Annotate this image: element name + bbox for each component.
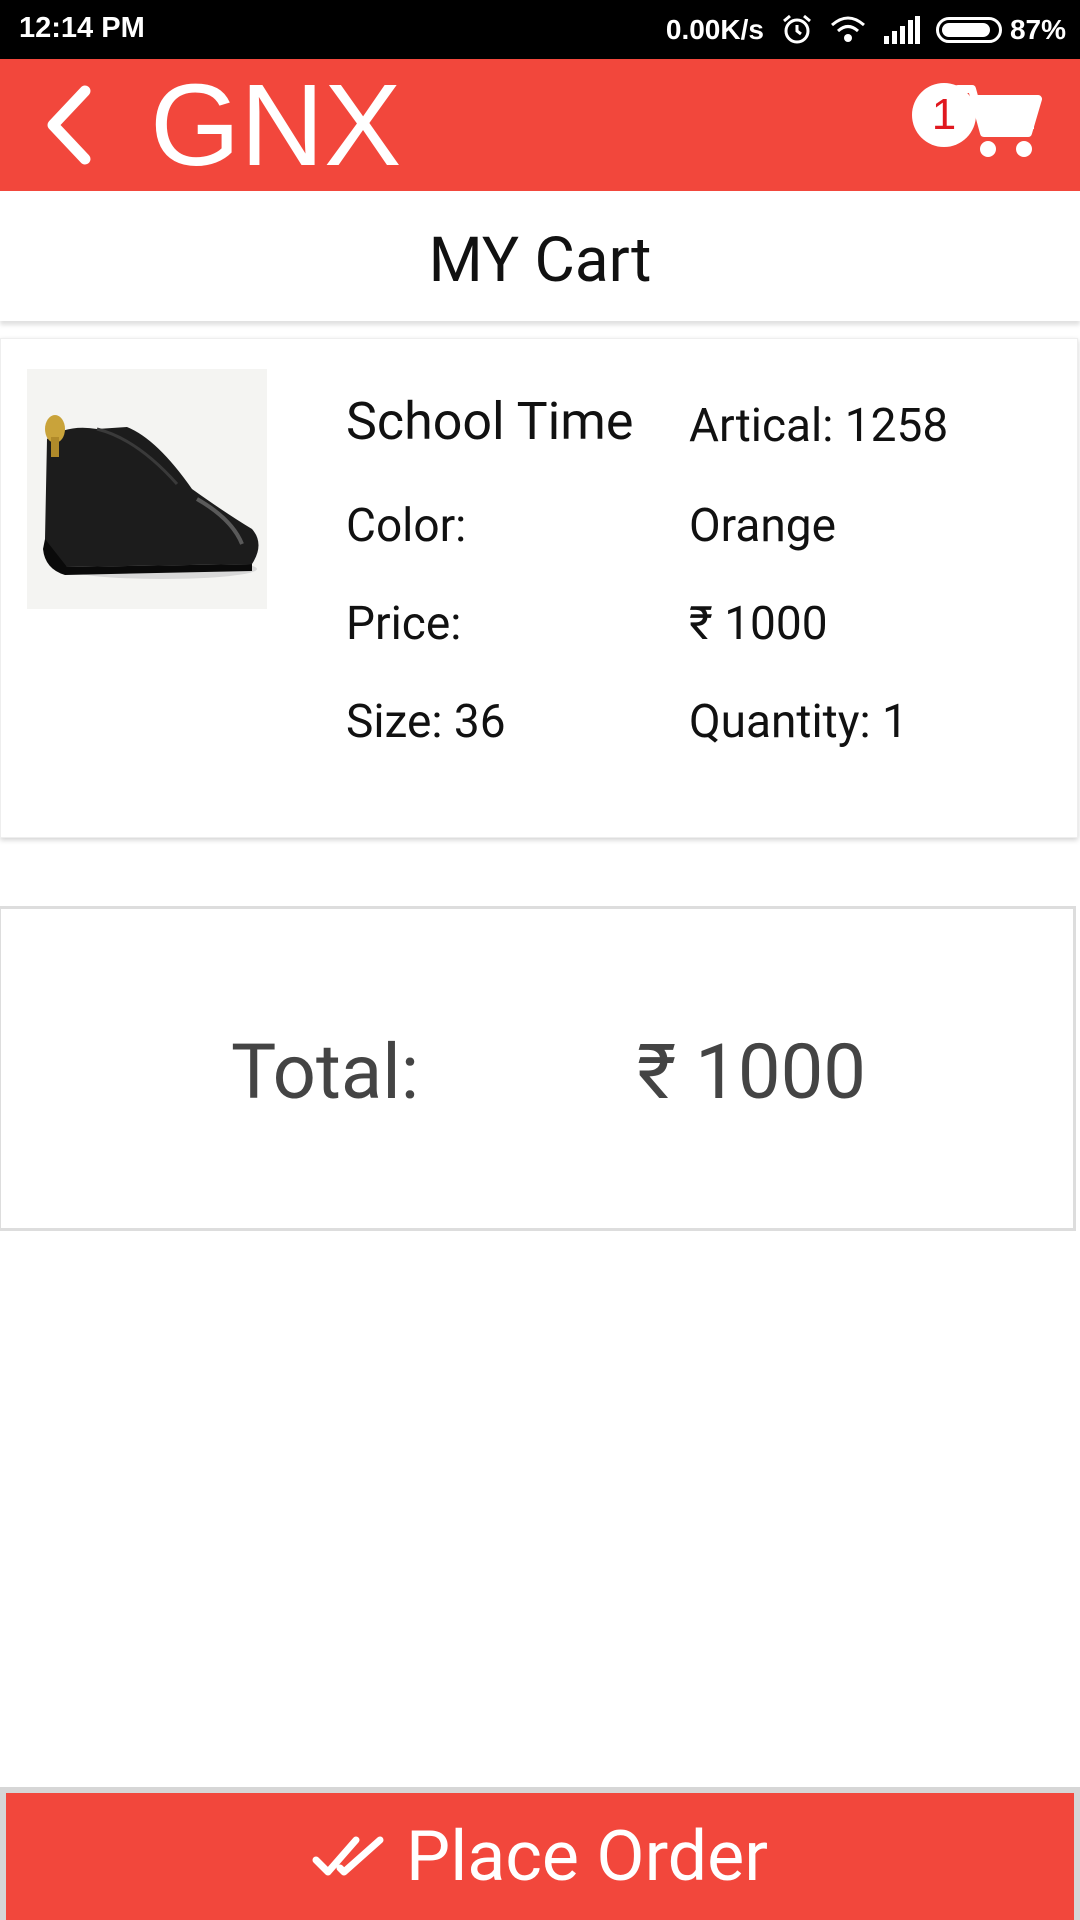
battery-indicator: 87%	[935, 14, 1066, 46]
cart-count-badge: 1	[912, 83, 976, 147]
wifi-icon	[830, 15, 866, 45]
app-title: GNX	[150, 60, 402, 190]
size-value: Size: 36	[346, 695, 506, 749]
app-bar: GNX 1	[0, 59, 1080, 191]
back-icon	[47, 85, 91, 165]
color-label: Color:	[346, 499, 467, 553]
battery-level: 87%	[1009, 14, 1066, 45]
place-order-button-body[interactable]: Place Order	[6, 1793, 1074, 1920]
double-check-icon	[312, 1836, 384, 1875]
status-time: 12:14 PM	[19, 12, 145, 44]
back-button[interactable]	[28, 81, 108, 169]
place-order-button[interactable]: Place Order	[0, 1787, 1080, 1920]
price-value: ₹ 1000	[689, 597, 828, 651]
total-value: ₹ 1000	[637, 1027, 867, 1117]
page-title: MY Cart	[0, 191, 1080, 321]
total-label: Total:	[231, 1027, 420, 1117]
price-label: Price:	[346, 597, 462, 651]
cart-item-card[interactable]: School Time Artical: 1258 Color: Orange …	[0, 338, 1078, 838]
color-value: Orange	[689, 499, 836, 553]
cart-button[interactable]: 1	[912, 73, 1042, 173]
signal-icon	[882, 16, 920, 44]
battery-icon	[935, 17, 1002, 43]
network-speed: 0.00K/s	[665, 14, 764, 45]
quantity-value: Quantity: 1	[689, 695, 908, 749]
status-icons: 0.00K/s 87%	[666, 10, 1066, 50]
alarm-icon	[780, 13, 814, 47]
status-bar: 12:14 PM 0.00K/s 87%	[0, 0, 1080, 59]
product-name: School Time	[346, 391, 634, 452]
product-article: Artical: 1258	[689, 399, 949, 453]
place-order-label: Place Order	[406, 1815, 768, 1898]
product-image	[27, 369, 267, 609]
total-summary: Total: ₹ 1000	[0, 906, 1076, 1231]
